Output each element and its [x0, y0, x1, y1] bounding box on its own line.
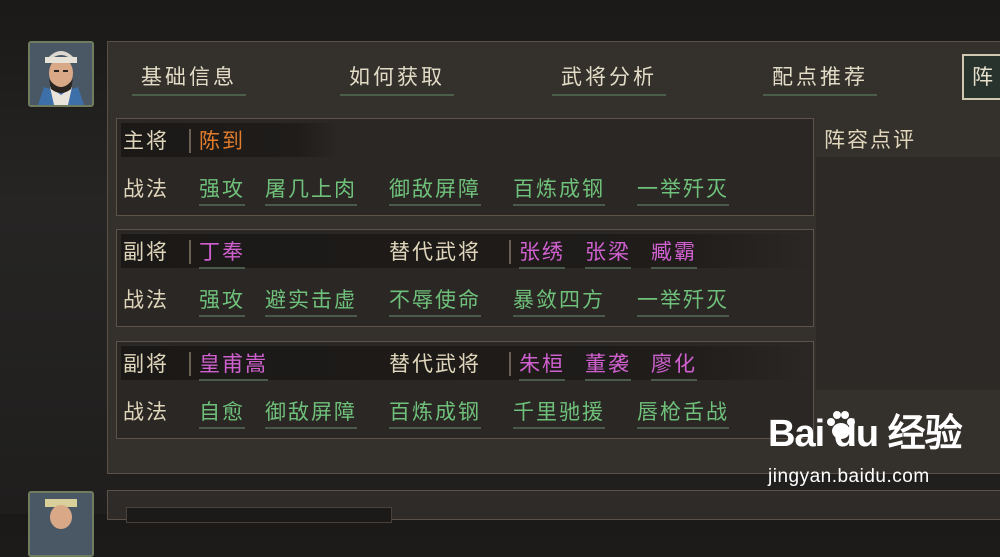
- vice-general-label: 副将: [123, 352, 169, 376]
- baidu-logo: Bai du 经验: [768, 413, 963, 455]
- baidu-watermark: Bai du 经验 jingyan.baidu.com: [768, 402, 988, 502]
- tab-point-recommendation[interactable]: 配点推荐: [763, 62, 877, 96]
- alternative-general-name[interactable]: 张绣: [519, 236, 565, 269]
- skill-item[interactable]: 百炼成钢: [389, 396, 481, 429]
- vice-general-block: 副将 丁奉 替代武将 张绣 张梁 臧霸 战法 强攻 避实击虚 不辱使命 暴敛四方…: [116, 229, 814, 327]
- skills-label: 战法: [123, 400, 169, 424]
- skill-item[interactable]: 避实击虚: [265, 284, 357, 317]
- skill-item[interactable]: 强攻: [199, 284, 245, 317]
- general-portrait-icon: [30, 43, 92, 105]
- skills-label: 战法: [123, 177, 169, 201]
- divider: [189, 129, 191, 153]
- name-slot: [126, 507, 392, 523]
- divider: [189, 352, 191, 376]
- vice-general-name[interactable]: 丁奉: [199, 236, 245, 269]
- general-portrait-icon: [30, 493, 92, 555]
- vice-general-label: 副将: [123, 240, 169, 264]
- next-general-avatar[interactable]: [28, 491, 94, 557]
- tab-basic-info[interactable]: 基础信息: [132, 62, 246, 96]
- skill-item[interactable]: 自愈: [199, 396, 245, 429]
- skills-label: 战法: [123, 288, 169, 312]
- lineup-review-title: 阵容点评: [824, 128, 916, 152]
- skill-item[interactable]: 千里驰援: [513, 396, 605, 429]
- skill-item[interactable]: 唇枪舌战: [637, 396, 729, 429]
- baidu-url: jingyan.baidu.com: [768, 466, 930, 487]
- tab-how-to-obtain[interactable]: 如何获取: [340, 62, 454, 96]
- alternative-general-name[interactable]: 董袭: [585, 348, 631, 381]
- divider: [509, 352, 511, 376]
- skill-item[interactable]: 强攻: [199, 173, 245, 206]
- skill-item[interactable]: 一举歼灭: [637, 284, 729, 317]
- lineup-review-content: [816, 157, 1000, 390]
- alternative-general-name[interactable]: 臧霸: [651, 236, 697, 269]
- tab-general-analysis[interactable]: 武将分析: [552, 62, 666, 96]
- skill-item[interactable]: 不辱使命: [389, 284, 481, 317]
- skill-item[interactable]: 屠几上肉: [265, 173, 357, 206]
- skill-item[interactable]: 百炼成钢: [513, 173, 605, 206]
- main-general-label: 主将: [123, 129, 169, 153]
- general-avatar[interactable]: [28, 41, 94, 107]
- divider: [189, 240, 191, 264]
- skill-item[interactable]: 御敌屏障: [265, 396, 357, 429]
- paw-icon: [827, 411, 855, 439]
- skill-item[interactable]: 御敌屏障: [389, 173, 481, 206]
- alternative-generals-label: 替代武将: [389, 352, 481, 376]
- main-general-block: 主将 陈到 战法 强攻 屠几上肉 御敌屏障 百炼成钢 一举歼灭: [116, 118, 814, 216]
- divider: [509, 240, 511, 264]
- skill-item[interactable]: 暴敛四方: [513, 284, 605, 317]
- tab-bar: 基础信息 如何获取 武将分析 配点推荐 阵: [108, 42, 1000, 110]
- alternative-general-name[interactable]: 朱桓: [519, 348, 565, 381]
- alternative-general-name[interactable]: 张梁: [585, 236, 631, 269]
- tab-lineup[interactable]: 阵: [962, 54, 1000, 100]
- alternative-generals-label: 替代武将: [389, 240, 481, 264]
- main-general-name[interactable]: 陈到: [199, 125, 245, 156]
- vice-general-name[interactable]: 皇甫嵩: [199, 348, 268, 381]
- skill-item[interactable]: 一举歼灭: [637, 173, 729, 206]
- vice-general-block: 副将 皇甫嵩 替代武将 朱桓 董袭 廖化 战法 自愈 御敌屏障 百炼成钢 千里驰…: [116, 341, 814, 439]
- alternative-general-name[interactable]: 廖化: [651, 348, 697, 381]
